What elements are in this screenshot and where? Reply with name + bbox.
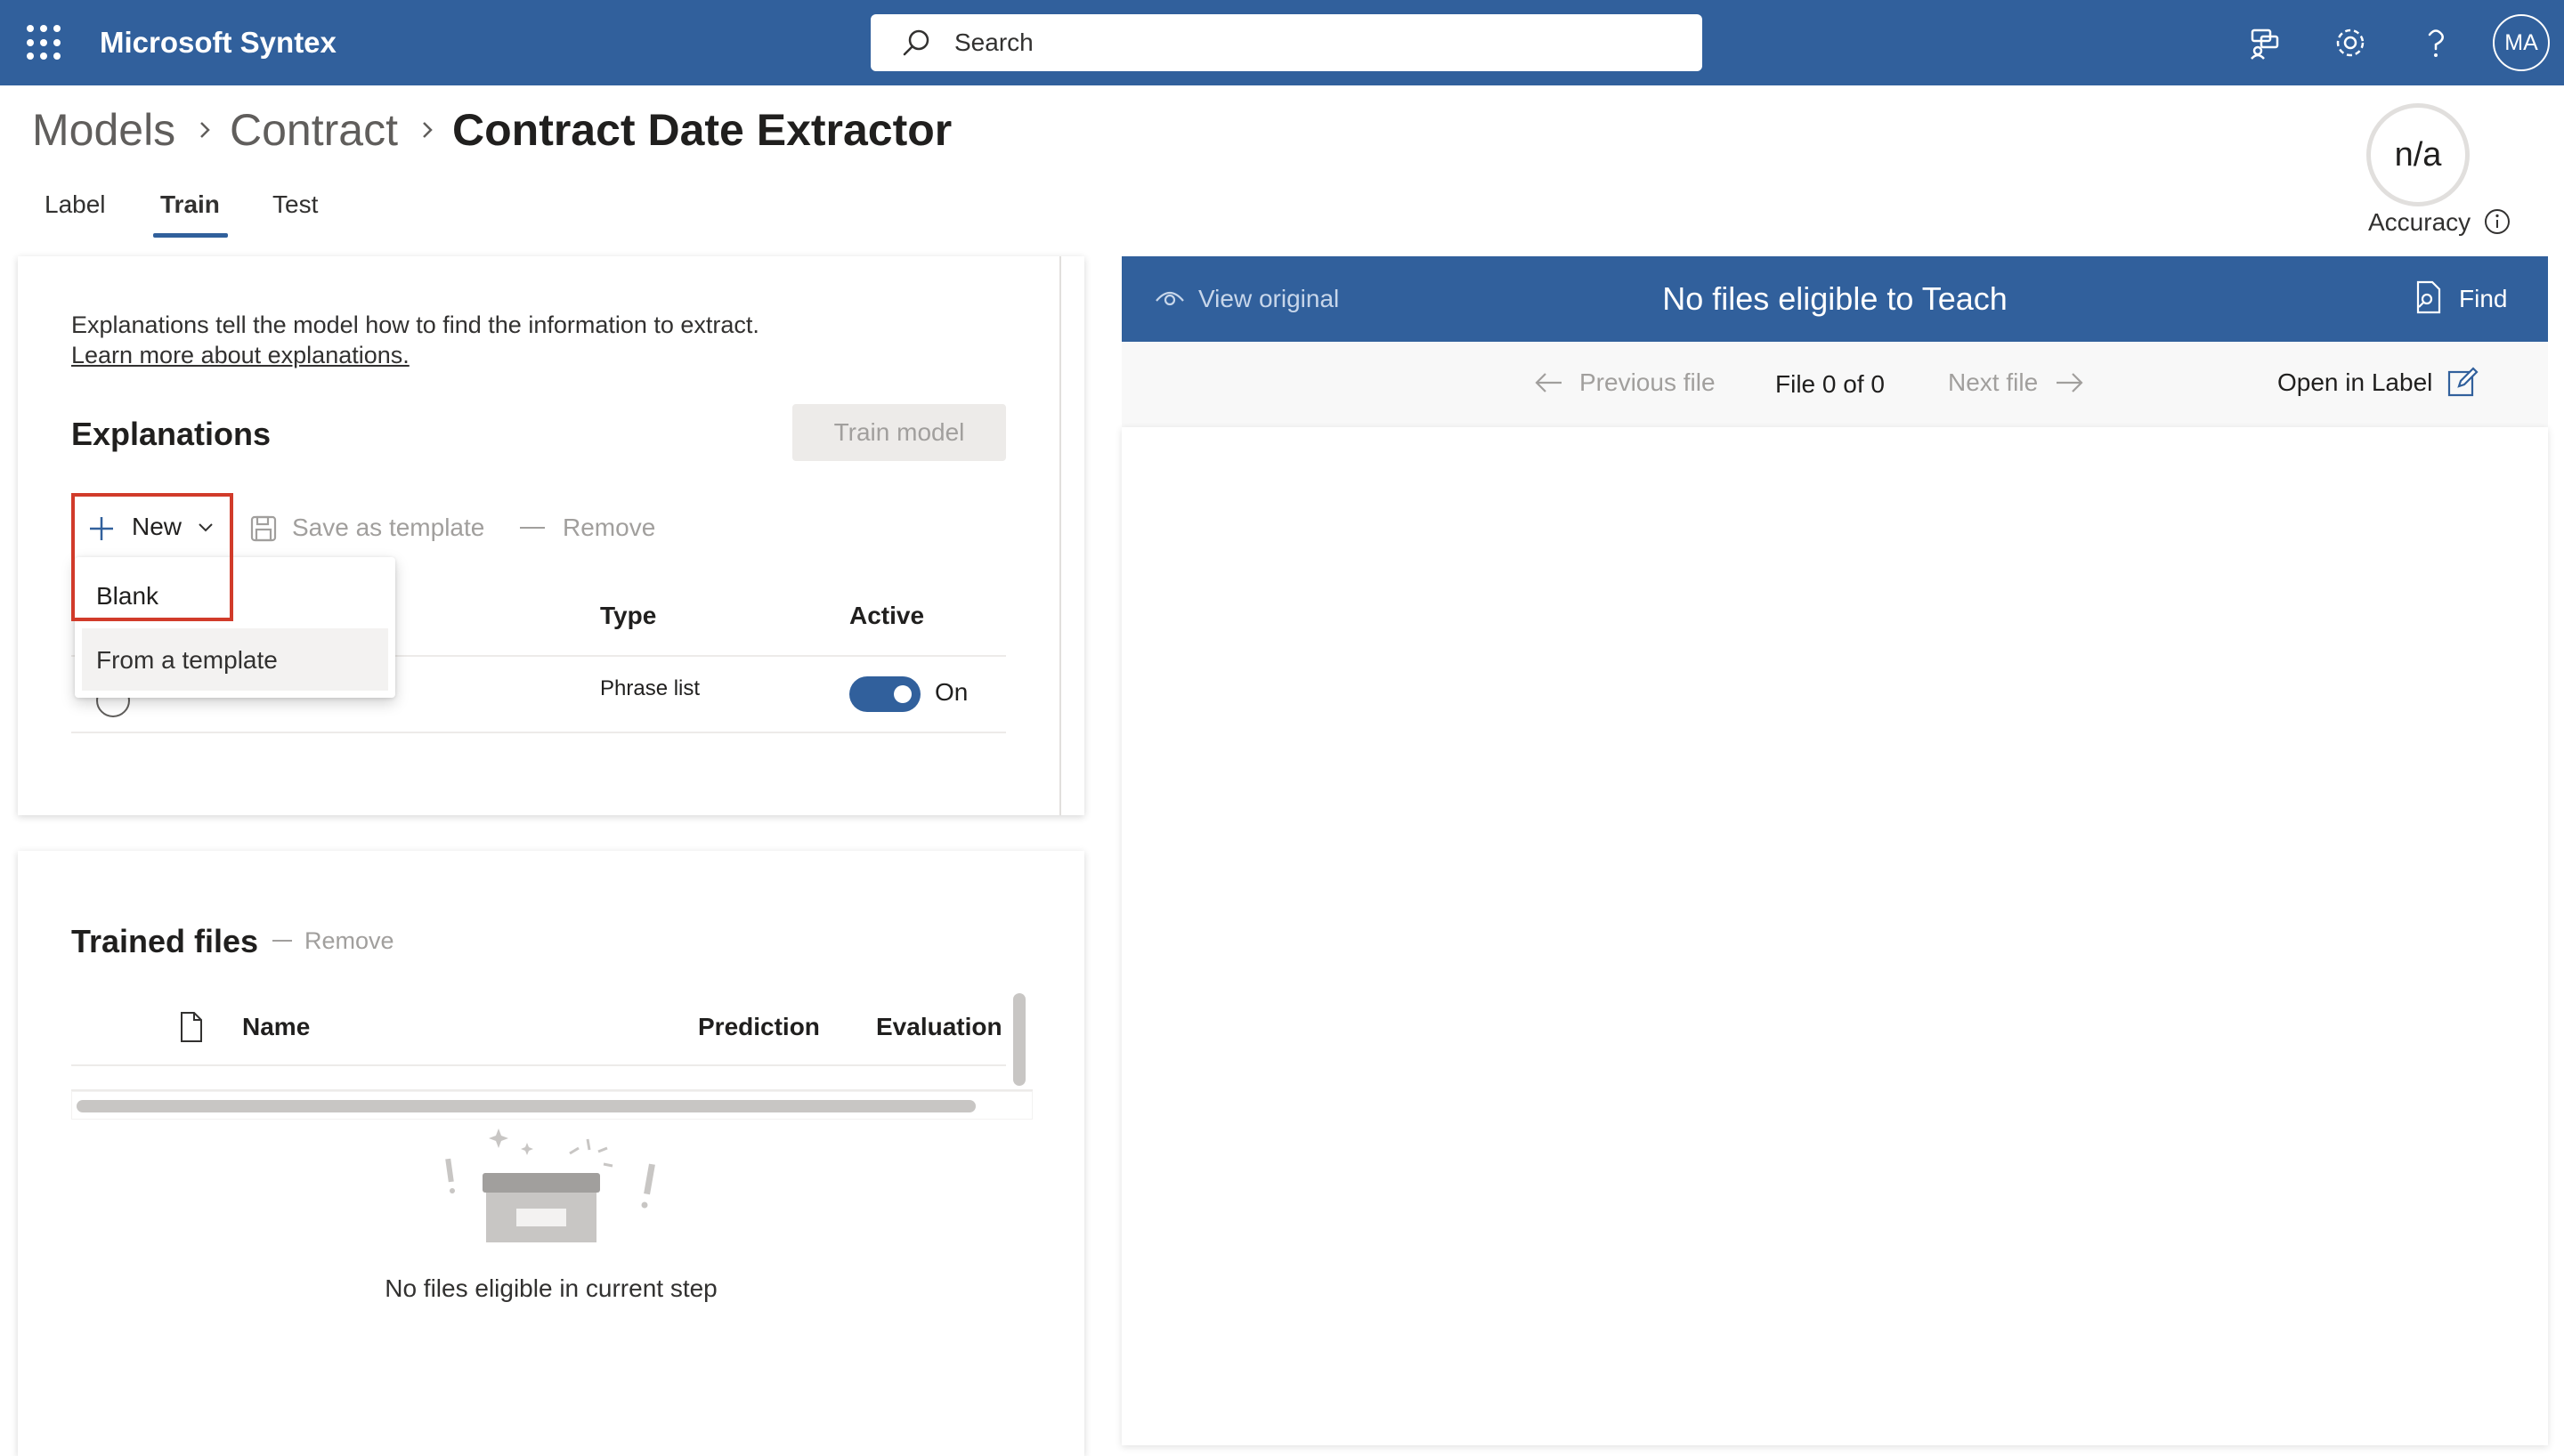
tab-test[interactable]: Test [272, 189, 318, 221]
tab-label[interactable]: Label [45, 189, 106, 221]
info-icon[interactable] [2482, 206, 2512, 237]
app-title[interactable]: Microsoft Syntex [100, 23, 337, 62]
column-header-prediction[interactable]: Prediction [698, 1011, 820, 1043]
menu-item-from-template[interactable]: From a template [96, 644, 278, 676]
chevron-right-icon [423, 122, 433, 138]
chevron-right-icon [200, 122, 210, 138]
tab-train[interactable]: Train [160, 189, 220, 221]
search-input[interactable]: Search [954, 27, 1034, 59]
column-header-type[interactable]: Type [600, 600, 656, 632]
accuracy-ring: n/a [2366, 103, 2470, 206]
trained-files-remove-button[interactable]: Remove [304, 926, 394, 956]
arrow-right-icon [2057, 373, 2083, 392]
tab-selected-indicator [153, 233, 228, 238]
find-document-icon [2416, 280, 2441, 314]
search-icon [903, 29, 929, 56]
horizontal-scrollbar[interactable] [77, 1100, 976, 1112]
avatar[interactable]: MA [2493, 14, 2550, 71]
column-header-active[interactable]: Active [849, 600, 924, 632]
gear-icon[interactable] [2329, 21, 2372, 64]
explanations-heading: Explanations [71, 416, 272, 452]
file-icon [181, 1012, 202, 1042]
learn-more-link[interactable]: Learn more about explanations. [71, 340, 410, 370]
accuracy-label: Accuracy [2368, 208, 2471, 236]
app-launcher-icon[interactable] [27, 25, 62, 61]
arrow-left-icon [1535, 373, 1562, 392]
train-model-button[interactable]: Train model [792, 404, 1006, 461]
divider [71, 732, 1006, 733]
document-viewer [1122, 427, 2548, 1445]
community-icon[interactable] [2244, 21, 2286, 64]
breadcrumb-models[interactable]: Models [32, 103, 175, 157]
find-button[interactable]: Find [2459, 283, 2507, 315]
previous-file-button[interactable]: Previous file [1579, 367, 1716, 399]
divider [71, 1064, 1006, 1066]
card-scrollbar[interactable] [1059, 256, 1061, 815]
file-counter: File 0 of 0 [1775, 370, 1885, 398]
breadcrumb-contract[interactable]: Contract [230, 103, 398, 157]
highlight-box [71, 493, 233, 621]
remove-icon [272, 940, 292, 942]
remove-icon [520, 527, 545, 529]
row-type-value: Phrase list [600, 676, 701, 700]
open-in-label-button[interactable]: Open in Label [2277, 367, 2432, 399]
viewer-title: No files eligible to Teach [1662, 280, 2008, 317]
help-icon[interactable] [2414, 21, 2457, 64]
explanations-description: Explanations tell the model how to find … [71, 311, 759, 338]
column-header-evaluation[interactable]: Evaluation [876, 1011, 1002, 1043]
vertical-scrollbar[interactable] [1013, 993, 1026, 1086]
edit-icon [2447, 367, 2479, 397]
save-as-template-button[interactable]: Save as template [292, 513, 484, 543]
save-icon [250, 515, 277, 542]
remove-button[interactable]: Remove [563, 513, 655, 543]
toggle-knob [894, 685, 912, 703]
column-header-name[interactable]: Name [242, 1011, 310, 1043]
page-title: Contract Date Extractor [452, 105, 953, 155]
trained-files-heading: Trained files [71, 923, 259, 959]
toggle-label: On [935, 678, 969, 706]
empty-state-message: No files eligible in current step [385, 1274, 718, 1302]
empty-box-icon [445, 1128, 655, 1242]
next-file-button[interactable]: Next file [1948, 367, 2038, 399]
